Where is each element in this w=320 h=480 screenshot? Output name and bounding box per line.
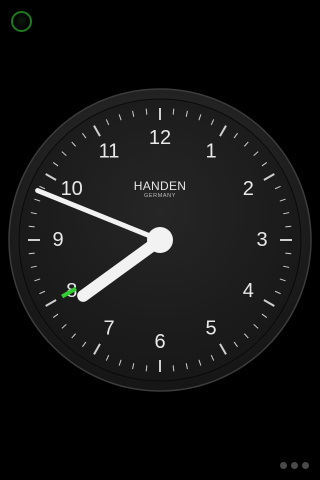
minute-tick bbox=[172, 365, 175, 372]
numeral-4: 4 bbox=[243, 280, 254, 302]
numeral-9: 9 bbox=[52, 229, 63, 251]
page-dot[interactable] bbox=[280, 462, 287, 469]
page-dot[interactable] bbox=[291, 462, 298, 469]
minute-tick bbox=[28, 252, 35, 255]
clock-app: 121234567891011 HANDEN GERMANY bbox=[0, 0, 320, 480]
minute-tick bbox=[172, 108, 175, 115]
clock-face: 121234567891011 HANDEN GERMANY bbox=[8, 88, 312, 392]
numeral-3: 3 bbox=[256, 229, 267, 251]
numeral-11: 11 bbox=[99, 141, 120, 163]
minute-tick bbox=[28, 225, 35, 228]
minute-tick bbox=[285, 225, 292, 228]
minute-tick bbox=[145, 108, 148, 115]
numeral-7: 7 bbox=[103, 317, 114, 339]
center-cap bbox=[147, 227, 173, 253]
numeral-5: 5 bbox=[205, 317, 216, 339]
numeral-1: 1 bbox=[205, 141, 216, 163]
numeral-6: 6 bbox=[154, 331, 165, 353]
brand-name: HANDEN bbox=[134, 179, 186, 193]
numeral-12: 12 bbox=[149, 127, 171, 149]
numeral-10: 10 bbox=[61, 178, 83, 200]
minute-tick bbox=[145, 365, 148, 372]
page-dot[interactable] bbox=[302, 462, 309, 469]
page-indicator[interactable] bbox=[280, 462, 309, 469]
numeral-2: 2 bbox=[243, 178, 254, 200]
brand-subtitle: GERMANY bbox=[144, 193, 176, 199]
minute-tick bbox=[285, 252, 292, 255]
